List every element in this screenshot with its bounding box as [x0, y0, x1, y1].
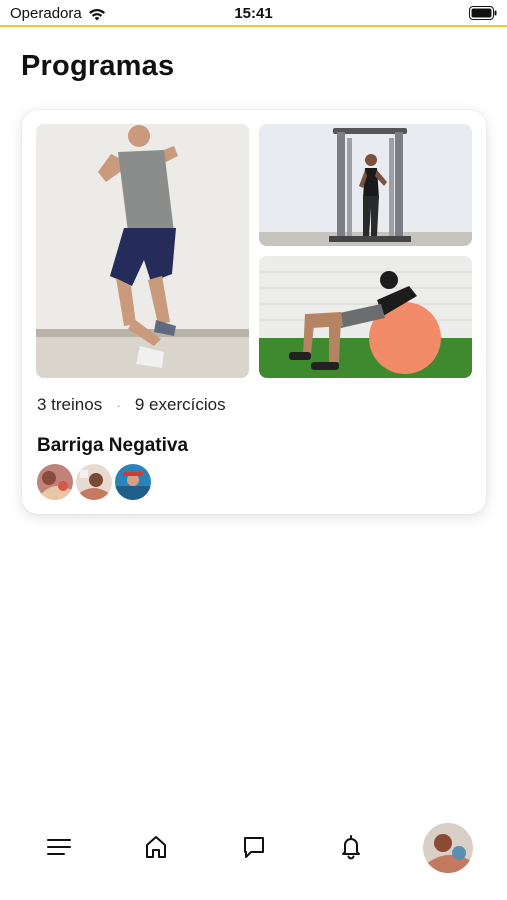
home-button[interactable]: [138, 829, 174, 865]
avatar: [36, 463, 74, 501]
profile-avatar[interactable]: [423, 823, 473, 873]
programs-screen: Operadora 15:41 Programas 3 treinos · 9 …: [0, 0, 507, 900]
workouts-count: 3 treinos: [37, 395, 103, 414]
menu-button[interactable]: [41, 829, 77, 865]
bottom-nav: [0, 815, 507, 879]
page-title: Programas: [21, 50, 175, 82]
status-accent-line: [0, 25, 507, 27]
woman-exercise-ball-photo: [259, 256, 472, 378]
woman-cable-machine-photo: [259, 124, 472, 246]
status-time: 15:41: [234, 5, 273, 22]
participant-avatars: [36, 463, 153, 501]
home-icon: [146, 836, 166, 858]
notifications-button[interactable]: [333, 829, 369, 865]
status-bar: Operadora 15:41: [0, 0, 507, 27]
menu-icon: [47, 839, 71, 855]
chat-icon: [244, 837, 264, 858]
man-jumping-photo: [36, 124, 249, 378]
avatar: [114, 463, 152, 501]
stats-separator: ·: [116, 397, 121, 413]
program-name: Barriga Negativa: [37, 435, 189, 456]
program-card[interactable]: 3 treinos · 9 exercícios Barriga Negativ…: [22, 110, 486, 514]
battery-icon: [469, 6, 497, 20]
program-stats: 3 treinos · 9 exercícios: [37, 395, 226, 415]
bell-icon: [342, 835, 360, 860]
exercises-count: 9 exercícios: [134, 395, 226, 414]
chat-button[interactable]: [236, 829, 272, 865]
avatar: [75, 463, 113, 501]
